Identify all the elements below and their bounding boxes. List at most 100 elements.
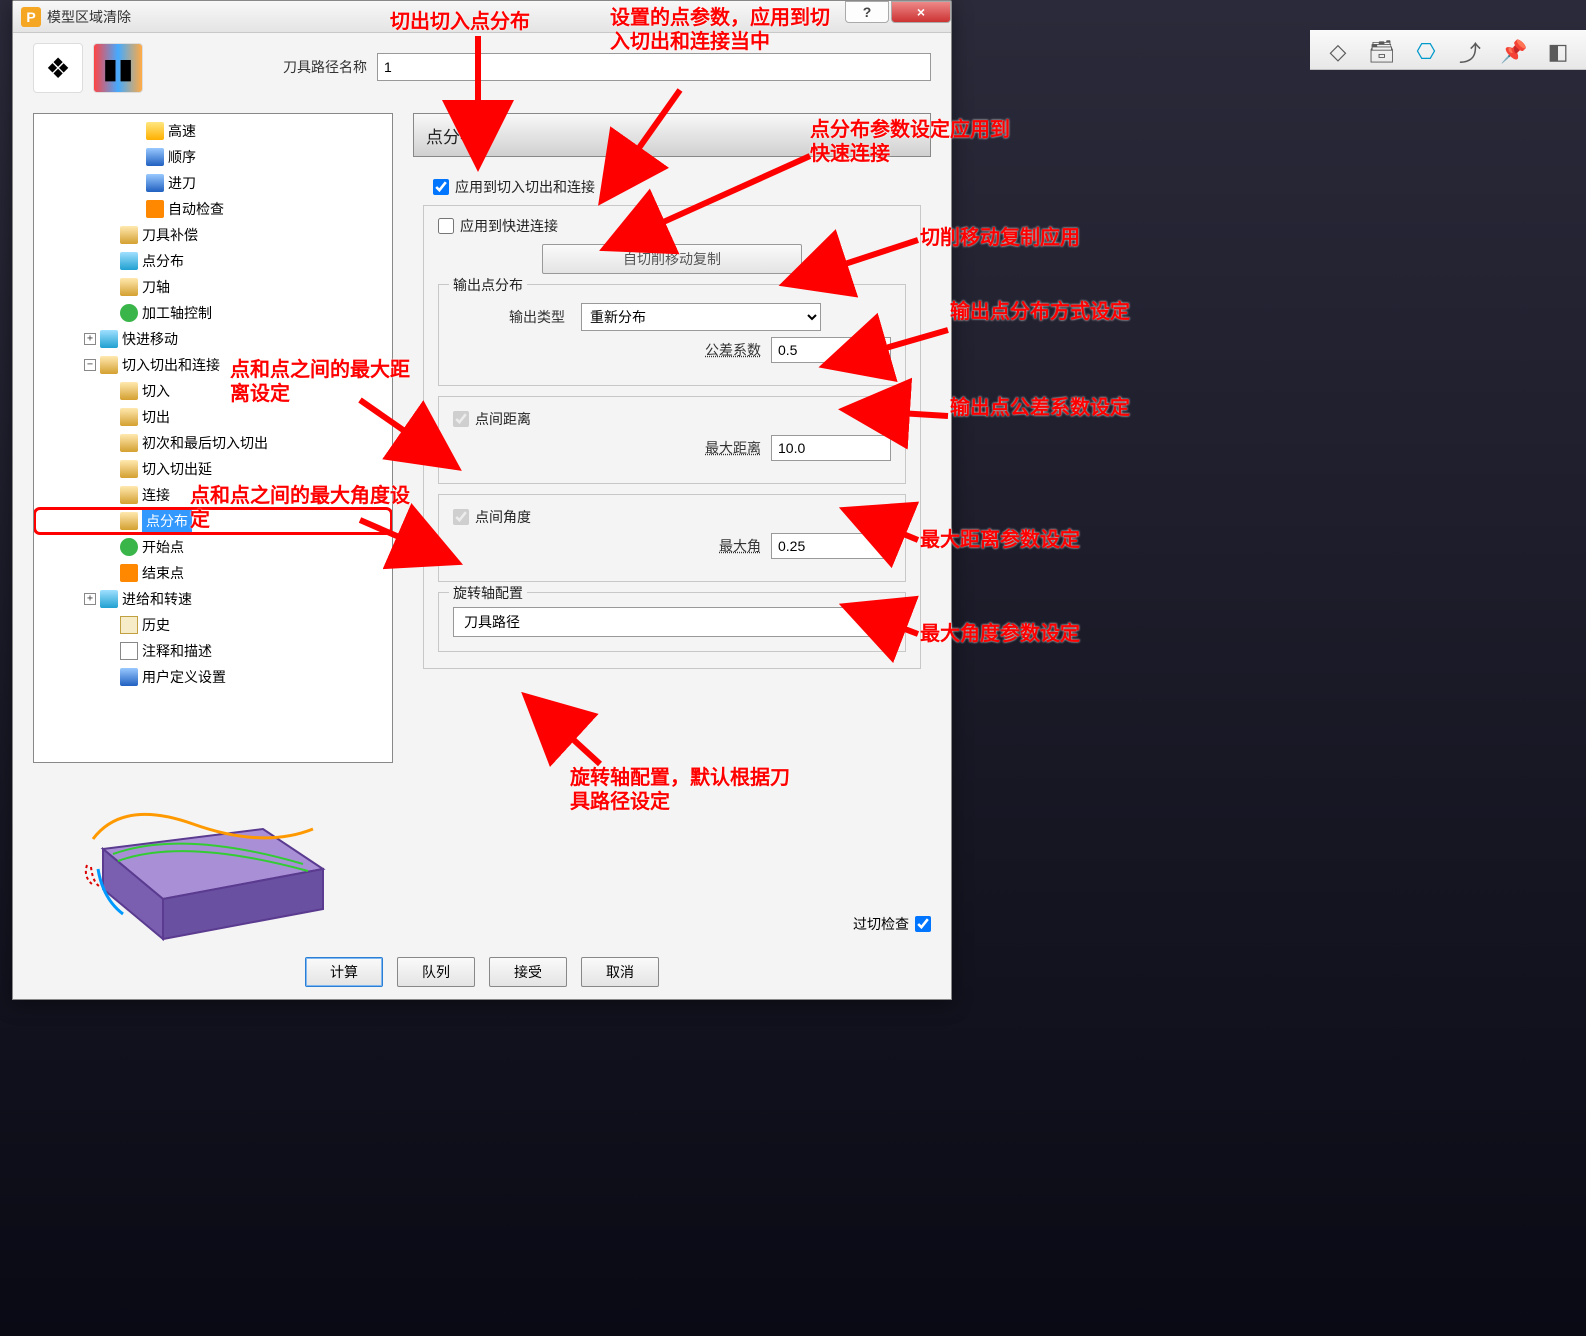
tree-item-0[interactable]: +高速 <box>34 118 392 144</box>
tree-expander-icon[interactable]: + <box>84 333 96 345</box>
tree-item-5[interactable]: +点分布 <box>34 248 392 274</box>
toolbar-pin-icon[interactable]: 📌 <box>1496 34 1532 70</box>
point-angle-checkbox[interactable] <box>453 509 469 525</box>
tree-node-label: 切出 <box>142 407 170 427</box>
close-button[interactable]: × <box>891 1 951 23</box>
window-title: 模型区域清除 <box>47 7 843 27</box>
tree-item-1[interactable]: +顺序 <box>34 144 392 170</box>
tree-node-icon <box>120 512 138 530</box>
tree-node-icon <box>120 434 138 452</box>
tree-item-10[interactable]: +切入 <box>34 378 392 404</box>
overshoot-label: 过切检查 <box>853 914 909 934</box>
apply-rapid-checkbox[interactable] <box>438 218 454 234</box>
tree-node-label: 刀具补偿 <box>142 225 198 245</box>
tree-node-icon <box>120 538 138 556</box>
tree-node-label: 自动检查 <box>168 199 224 219</box>
form-area: 应用到切入切出和连接 应用到快进连接 自切削移动复制 输出点分布 输出类型 重新… <box>413 157 931 691</box>
tree-node-icon <box>146 200 164 218</box>
strategy-icon-2[interactable]: ▮▮ <box>93 43 143 93</box>
tree-item-3[interactable]: +自动检查 <box>34 196 392 222</box>
max-distance-input[interactable] <box>771 435 891 461</box>
overshoot-checkbox[interactable] <box>915 916 931 932</box>
output-type-select[interactable]: 重新分布 <box>581 303 821 331</box>
tree-node-icon <box>120 278 138 296</box>
tree-node-icon <box>120 668 138 686</box>
tree-item-12[interactable]: +初次和最后切入切出 <box>34 430 392 456</box>
apply-leadlink-label: 应用到切入切出和连接 <box>455 177 595 197</box>
tree-node-icon <box>100 590 118 608</box>
tolerance-label: 公差系数 <box>705 340 761 360</box>
tree-item-17[interactable]: +结束点 <box>34 560 392 586</box>
point-distance-label: 点间距离 <box>475 409 531 429</box>
tree-node-label: 刀轴 <box>142 277 170 297</box>
tree-node-icon <box>146 148 164 166</box>
tree-node-icon <box>146 122 164 140</box>
rotary-config-select[interactable]: 刀具路径 <box>453 607 891 637</box>
tree-node-label: 用户定义设置 <box>142 667 226 687</box>
tree-expander-icon[interactable]: + <box>84 593 96 605</box>
tolerance-input[interactable] <box>771 337 891 363</box>
strategy-icon[interactable]: ❖ <box>33 43 83 93</box>
point-distance-checkbox[interactable] <box>453 411 469 427</box>
tree-item-19[interactable]: +历史 <box>34 612 392 638</box>
tree-item-21[interactable]: +用户定义设置 <box>34 664 392 690</box>
tree-node-icon <box>120 382 138 400</box>
point-angle-label: 点间角度 <box>475 507 531 527</box>
tree-node-label: 结束点 <box>142 563 184 583</box>
accept-button[interactable]: 接受 <box>489 957 567 987</box>
tree-item-20[interactable]: +注释和描述 <box>34 638 392 664</box>
tree-item-4[interactable]: +刀具补偿 <box>34 222 392 248</box>
output-dist-group: 输出点分布 输出类型 重新分布 公差系数 <box>438 284 906 386</box>
tree-node-label: 高速 <box>168 121 196 141</box>
tree-node-icon <box>120 226 138 244</box>
tree-item-15[interactable]: +点分布 <box>34 508 392 534</box>
tree-node-label: 注释和描述 <box>142 641 212 661</box>
toolbar-eraser-icon[interactable]: ◧ <box>1540 34 1576 70</box>
calculate-button[interactable]: 计算 <box>305 957 383 987</box>
tree-expander-icon[interactable]: − <box>84 359 96 371</box>
tree-item-8[interactable]: + 快进移动 <box>34 326 392 352</box>
tree-node-icon <box>120 642 138 660</box>
tree-node-label: 切入 <box>142 381 170 401</box>
toolbar-icon-4[interactable]: ⤴ <box>1452 34 1488 70</box>
tree-node-label: 点分布 <box>142 251 184 271</box>
tree-node-label: 点分布 <box>142 510 192 532</box>
tree-node-label: 顺序 <box>168 147 196 167</box>
max-angle-input[interactable] <box>771 533 891 559</box>
tree-item-18[interactable]: +进给和转速 <box>34 586 392 612</box>
toolpath-name-input[interactable] <box>377 53 931 81</box>
tree-node-label: 快进移动 <box>122 329 178 349</box>
overshoot-row: 过切检查 <box>853 914 931 934</box>
toolbar-icon-1[interactable]: ◇ <box>1320 34 1356 70</box>
tree-node-label: 连接 <box>142 485 170 505</box>
tree-node-label: 历史 <box>142 615 170 635</box>
tree-item-9[interactable]: −切入切出和连接 <box>34 352 392 378</box>
apply-rapid-row: 应用到快进连接 <box>438 216 906 236</box>
apply-leadlink-checkbox[interactable] <box>433 179 449 195</box>
point-distance-group: 点间距离 最大距离 <box>438 396 906 484</box>
tree-item-2[interactable]: +进刀 <box>34 170 392 196</box>
titlebar[interactable]: P 模型区域清除 ? × <box>13 1 951 33</box>
copy-from-cutting-button[interactable]: 自切削移动复制 <box>542 244 802 274</box>
tree-node-icon <box>120 252 138 270</box>
toolbar-icon-3[interactable]: ⎔ <box>1408 34 1444 70</box>
toolbar-icon-2[interactable]: 🗃 <box>1364 34 1400 70</box>
help-button[interactable]: ? <box>845 1 889 23</box>
tree-node-label: 加工轴控制 <box>142 303 212 323</box>
tree-item-13[interactable]: +切入切出延 <box>34 456 392 482</box>
settings-tree[interactable]: +高速+顺序+进刀+自动检查+刀具补偿+点分布+刀轴+加工轴控制+快进移动−切入… <box>33 113 393 763</box>
tree-item-16[interactable]: +开始点 <box>34 534 392 560</box>
tree-item-7[interactable]: +加工轴控制 <box>34 300 392 326</box>
toolpath-name-row: 刀具路径名称 <box>283 53 931 81</box>
dialog-body: ❖ ▮▮ 刀具路径名称 +高速+顺序+进刀+自动检查+刀具补偿+点分布+刀轴+加… <box>13 33 951 999</box>
top-toolbar: ◇ 🗃 ⎔ ⤴ 📌 ◧ <box>1310 30 1586 70</box>
tree-node-icon <box>120 408 138 426</box>
tree-node-icon <box>100 330 118 348</box>
tree-item-14[interactable]: +连接 <box>34 482 392 508</box>
tree-node-icon <box>120 616 138 634</box>
tree-item-11[interactable]: +切出 <box>34 404 392 430</box>
rotary-config-title: 旋转轴配置 <box>449 583 527 603</box>
queue-button[interactable]: 队列 <box>397 957 475 987</box>
tree-item-6[interactable]: +刀轴 <box>34 274 392 300</box>
cancel-button[interactable]: 取消 <box>581 957 659 987</box>
